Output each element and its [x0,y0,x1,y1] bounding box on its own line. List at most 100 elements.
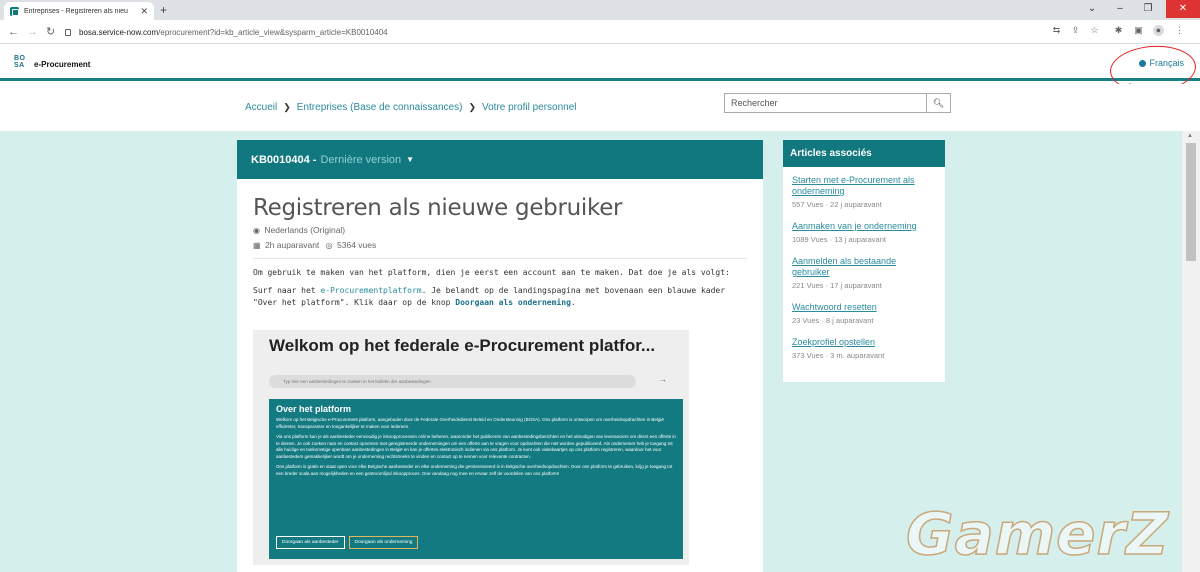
screenshot-title: Welkom op het federale e-Procurement pla… [269,336,656,355]
arrow-right-icon: → [659,375,667,384]
platform-link[interactable]: e-Procurementplatform [320,286,421,295]
article-paragraph-1: Om gebruik te maken van het platform, di… [253,268,730,277]
bosa-logo[interactable]: BO SA [14,55,30,69]
breadcrumb-home[interactable]: Accueil [245,102,277,113]
related-meta: 23 Vues · 8 j auparavant [792,316,874,325]
tab-close-icon[interactable]: ✕ [140,6,148,17]
browser-tabstrip: Entreprises - Registreren als nieu ✕ + ⌄… [0,0,1200,20]
related-age: 13 j auparavant [834,235,886,244]
related-age: 22 j auparavant [830,200,882,209]
restore-icon[interactable]: ❐ [1138,0,1158,18]
screenshot-company-button: Doorgaan als onderneming [348,536,419,549]
related-item: Starten met e-Procurement als ondernemin… [783,175,945,209]
article-paragraph-2: Surf naar het e-Procurementplatform. Je … [253,285,747,309]
calendar-icon: ▦ [253,241,261,250]
related-views: 1089 Vues [792,235,828,244]
article-body: Registreren als nieuwe gebruiker ◉ Neder… [237,179,763,309]
related-age: 8 j auparavant [825,316,874,325]
screenshot-search-bar: Typ hier een aanbestedingen te zoeken in… [269,375,636,388]
screenshot-box-text: Ons platform is gratis en staat open voo… [276,464,673,476]
related-heading: Articles associés [783,140,945,167]
back-icon[interactable]: ← [8,24,19,40]
article-language: ◉ Nederlands (Original) [253,225,747,236]
url-host: bosa.service-now.com [79,27,159,37]
tab-title: Entreprises - Registreren als nieu [24,7,128,15]
related-views: 373 Vues [792,351,824,360]
url-path: /eprocurement?id=kb_article_view&sysparm… [158,27,388,37]
breadcrumb: Accueil ❯ Entreprises (Base de connaissa… [245,102,577,113]
page-scrollbar[interactable]: ▲ [1182,131,1200,572]
related-articles: Articles associés Starten met e-Procurem… [783,140,945,382]
related-views: 221 Vues [792,281,824,290]
minimize-icon[interactable]: – [1110,0,1130,18]
screenshot-box-text: Welkom op het Belgische e-Procurement pl… [276,417,664,429]
side-panel-icon[interactable]: ▣ [1133,25,1144,36]
chevron-down-icon[interactable]: ▼ [406,155,414,164]
browser-tab[interactable]: Entreprises - Registreren als nieu ✕ [4,2,154,20]
scroll-up-icon[interactable]: ▲ [1187,133,1193,139]
eye-icon: ◎ [325,241,333,250]
related-item: Aanmaken van je onderneming 1089 Vues · … [783,221,945,244]
chevron-right-icon: ❯ [468,102,476,112]
search-icon[interactable]: 🔍︎ [926,94,950,112]
site-brand[interactable]: e-Procurement [34,60,90,69]
site-favicon-icon [10,6,19,16]
article-views: 5364 vues [337,240,377,250]
related-meta: 373 Vues · 3 m. auparavant [792,351,885,360]
lock-icon [65,28,71,36]
related-meta: 221 Vues · 17 j auparavant [792,281,882,290]
article-header: KB0010404 - Dernière version ▼ [237,140,763,179]
article-stats: ▦ 2h auparavant ◎ 5364 vues [253,240,747,251]
article-card: KB0010404 - Dernière version ▼ Registrer… [237,140,763,572]
screenshot-box-text: Via ons platform kan je als aanbesteder … [276,434,676,459]
address-bar[interactable]: bosa.service-now.com /eprocurement?id=kb… [65,23,1015,41]
related-views: 23 Vues [792,316,820,325]
article-title: Registreren als nieuwe gebruiker [253,195,623,221]
related-link[interactable]: Aanmelden als bestaande gebruiker [792,256,936,278]
related-link[interactable]: Aanmaken van je onderneming [792,221,936,232]
globe-icon: ◉ [253,226,260,235]
site-header: BO SA e-Procurement Français [0,45,1200,81]
related-link[interactable]: Starten met e-Procurement als ondernemin… [792,175,936,197]
p2-bold: Doorgaan als onderneming [455,298,571,307]
forward-icon[interactable]: → [27,24,38,40]
article-number: KB0010404 - [251,153,317,166]
search-input[interactable] [725,94,926,112]
bookmark-star-icon[interactable]: ☆ [1089,25,1100,36]
related-meta: 1089 Vues · 13 j auparavant [792,235,886,244]
translate-icon[interactable]: ⇆ [1051,25,1062,36]
related-link[interactable]: Wachtwoord resetten [792,302,936,313]
new-tab-icon[interactable]: + [160,2,167,18]
share-icon[interactable]: ⇪ [1070,25,1081,36]
browser-menu-icon[interactable]: ⋮ [1174,25,1185,36]
version-selector[interactable]: Dernière version [320,154,401,166]
related-link[interactable]: Zoekprofiel opstellen [792,337,936,348]
related-item: Zoekprofiel opstellen 373 Vues · 3 m. au… [783,337,945,360]
extensions-icon[interactable]: ✱ [1113,25,1124,36]
breadcrumb-knowledge-base[interactable]: Entreprises (Base de connaissances) [297,102,463,113]
search-box: 🔍︎ [724,93,951,113]
screenshot-box-title: Over het platform [276,404,352,414]
related-item: Wachtwoord resetten 23 Vues · 8 j aupara… [783,302,945,325]
related-meta: 557 Vues · 22 j auparavant [792,200,882,209]
screenshot-buttons: Doorgaan als aanbesteder Doorgaan als on… [276,536,419,549]
divider [253,258,747,259]
related-views: 557 Vues [792,200,824,209]
p2-text: . [570,298,576,307]
scrollbar-thumb[interactable] [1186,143,1196,261]
article-language-label: Nederlands (Original) [264,225,346,235]
tab-search-icon[interactable]: ⌄ [1082,0,1102,18]
related-age: 17 j auparavant [830,281,882,290]
screenshot-about-box: Over het platform Welkom op het Belgisch… [269,399,683,559]
related-item: Aanmelden als bestaande gebruiker 221 Vu… [783,256,945,290]
screenshot-buyer-button: Doorgaan als aanbesteder [276,536,345,549]
breadcrumb-profile[interactable]: Votre profil personnel [482,102,577,113]
related-age: 3 m. auparavant [830,351,885,360]
platform-screenshot: Welkom op het federale e-Procurement pla… [253,330,689,565]
reload-icon[interactable]: ↻ [46,24,55,40]
chevron-right-icon: ❯ [283,102,291,112]
profile-avatar-icon[interactable]: ● [1153,25,1164,36]
p2-text: Surf naar het [253,286,321,295]
window-close-icon[interactable]: ✕ [1166,0,1200,18]
breadcrumb-band: Accueil ❯ Entreprises (Base de connaissa… [0,84,1200,131]
